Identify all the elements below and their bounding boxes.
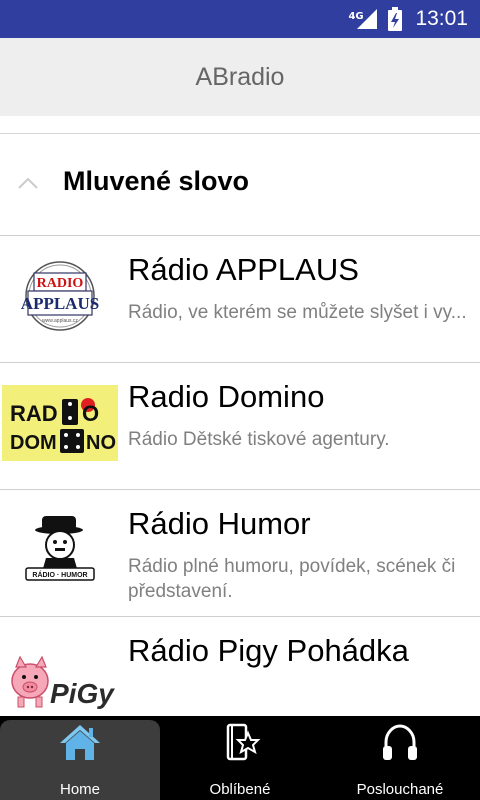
battery-charging-icon — [387, 7, 403, 31]
station-item-radio-pigy-pohadka[interactable]: PiGy Rádio Pigy Pohádka — [0, 617, 480, 716]
section-title: Mluvené slovo — [63, 166, 250, 196]
radio-applaus-logo: RADIO APPLAUS www.applaus.cz — [2, 256, 118, 336]
station-name: Rádio Pigy Pohádka — [128, 633, 409, 668]
chevron-up-icon[interactable] — [16, 174, 40, 192]
signal-icon: 4G — [348, 7, 379, 31]
station-description: Rádio, ve kterém se můžete slyšet i vy..… — [128, 302, 467, 323]
favorites-icon — [226, 723, 261, 761]
nav-label: Home — [59, 781, 100, 798]
station-description: Rádio plné humoru, povídek, scének či př… — [128, 556, 456, 602]
station-item-radio-domino[interactable]: RAD O DOM NO Radio Domino Rádio Dětské t… — [0, 363, 480, 490]
nav-label: Poslouchané — [356, 781, 444, 798]
station-content: Mluvené slovo RADIO APPLAUS www.applaus.… — [0, 116, 480, 716]
svg-text:www.applaus.cz: www.applaus.cz — [42, 318, 78, 324]
bottom-navigation: Home Oblíbené Poslouchané — [0, 716, 480, 800]
svg-text:O: O — [82, 401, 99, 426]
headphones-icon — [383, 724, 417, 760]
svg-text:RADIO: RADIO — [37, 276, 84, 291]
station-list: RADIO APPLAUS www.applaus.cz Rádio APPLA… — [0, 236, 480, 716]
section-header-mluvene-slovo[interactable]: Mluvené slovo — [0, 134, 480, 236]
svg-text:DOM: DOM — [10, 432, 57, 454]
app-bar: ABradio — [0, 38, 480, 116]
svg-text:RÁDIO · HUMOR: RÁDIO · HUMOR — [32, 570, 87, 579]
station-item-radio-applaus[interactable]: RADIO APPLAUS www.applaus.cz Rádio APPLA… — [0, 236, 480, 363]
radio-humor-logo: RÁDIO · HUMOR — [2, 510, 118, 590]
nav-label: Oblíbené — [209, 781, 271, 798]
status-bar: 4G 13:01 — [0, 0, 480, 38]
clock: 13:01 — [415, 7, 468, 30]
svg-text:NO: NO — [86, 432, 116, 454]
svg-text:RAD: RAD — [10, 401, 58, 426]
station-name: Rádio APPLAUS — [128, 252, 359, 287]
app-title: ABradio — [195, 62, 285, 91]
radio-pigy-logo: PiGy — [2, 637, 118, 716]
station-name: Rádio Humor — [128, 506, 311, 541]
nav-item-home[interactable]: Home — [0, 720, 160, 800]
station-item-radio-humor[interactable]: RÁDIO · HUMOR Rádio Humor Rádio plné hum… — [0, 490, 480, 617]
station-description: Rádio Dětské tiskové agentury. — [128, 429, 390, 450]
station-name: Radio Domino — [128, 379, 325, 414]
svg-text:PiGy: PiGy — [50, 678, 115, 709]
home-icon — [60, 725, 100, 760]
nav-item-posluchane[interactable]: Poslouchané — [320, 720, 480, 800]
network-type: 4G — [348, 11, 364, 22]
status-icons: 4G 13:01 — [348, 0, 468, 38]
radio-domino-logo: RAD O DOM NO — [2, 383, 118, 463]
svg-text:APPLAUS: APPLAUS — [21, 294, 99, 313]
nav-item-oblibene[interactable]: Oblíbené — [160, 720, 320, 800]
